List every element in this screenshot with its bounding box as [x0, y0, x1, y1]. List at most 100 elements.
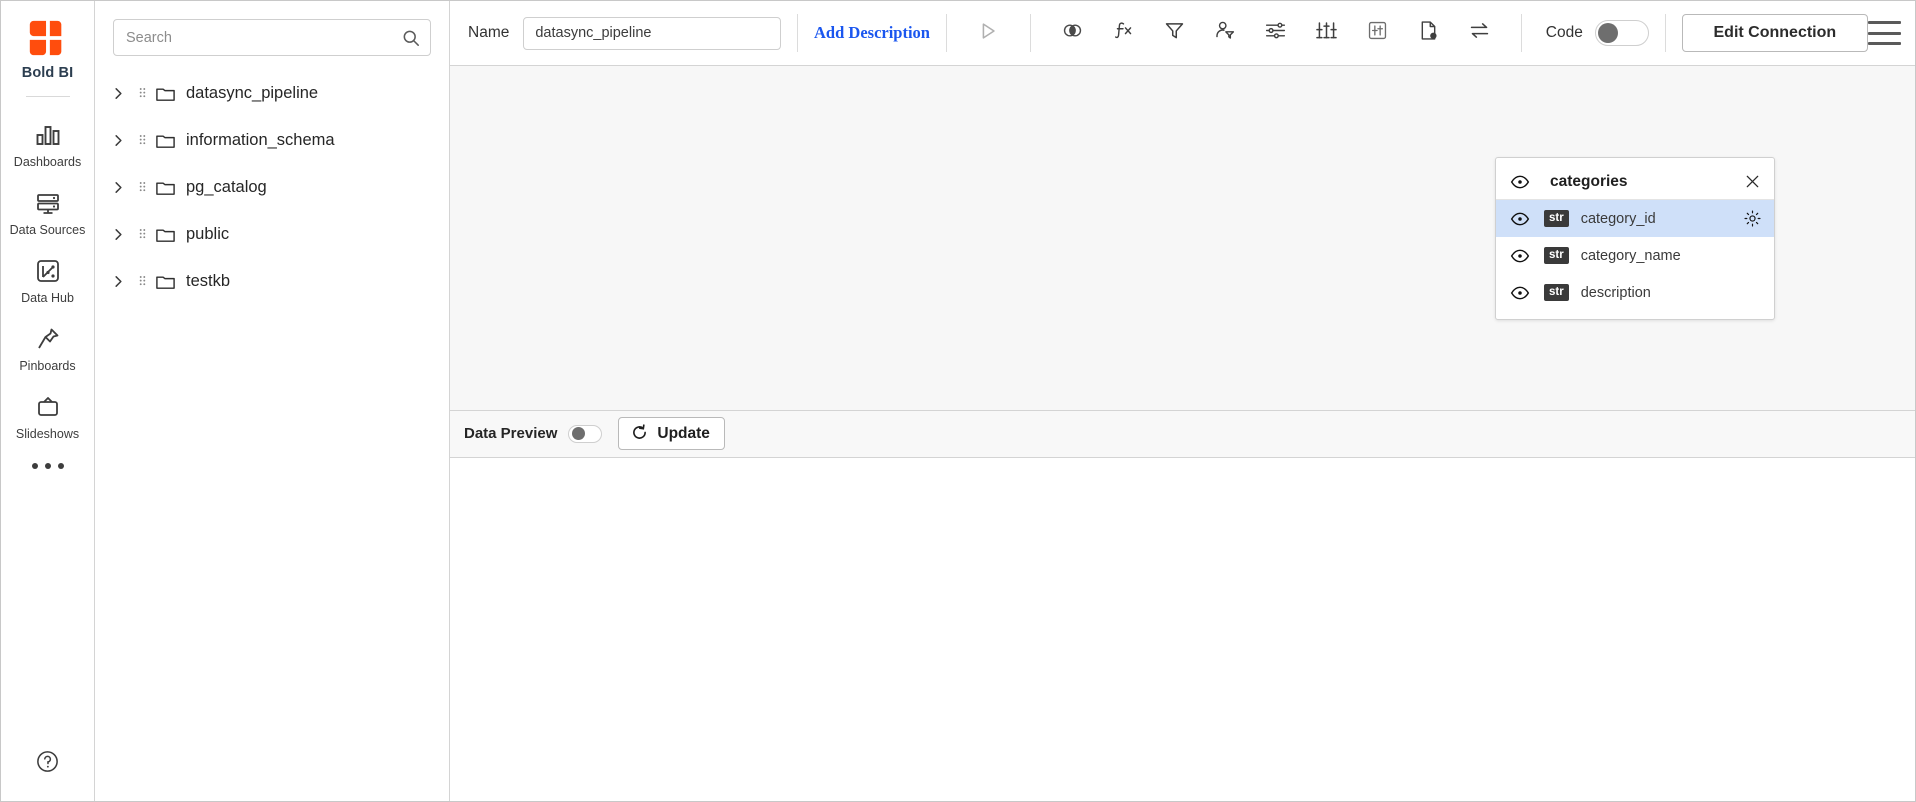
rail-divider — [25, 96, 70, 97]
toolbar-divider — [1029, 14, 1031, 52]
tree-node-pg-catalog[interactable]: pg_catalog — [95, 164, 449, 211]
sidebar-item-pinboards[interactable]: Pinboards — [1, 313, 95, 381]
brand[interactable]: Bold BI — [22, 11, 73, 81]
sidebar-item-label: Slideshows — [15, 427, 80, 441]
field-type-badge: str — [1544, 247, 1569, 264]
tree-node-label: pg_catalog — [186, 178, 267, 196]
update-label: Update — [657, 424, 710, 442]
close-icon[interactable] — [1744, 173, 1762, 191]
hamburger-bar — [1867, 21, 1901, 24]
toggle-knob — [571, 427, 585, 440]
hamburger-bar — [1867, 31, 1901, 35]
eye-icon[interactable] — [1510, 283, 1530, 303]
gear-icon[interactable] — [1743, 209, 1762, 228]
boxed-transform-icon — [1366, 19, 1389, 47]
drag-handle-icon[interactable] — [135, 273, 149, 291]
user-filter-button[interactable] — [1204, 12, 1245, 54]
field-type-badge: str — [1544, 284, 1569, 301]
toolbar: Name Add Description — [450, 1, 1915, 66]
code-label: Code — [1545, 24, 1583, 41]
sidebar-item-slideshows[interactable]: Slideshows — [1, 381, 95, 449]
chevron-right-icon[interactable] — [109, 226, 127, 244]
field-row-category-id[interactable]: str category_id — [1496, 200, 1774, 237]
data-hub-icon — [33, 256, 63, 286]
tv-icon — [33, 392, 63, 422]
search-box[interactable] — [113, 19, 431, 56]
hamburger-bar — [1867, 42, 1901, 45]
settings-sliders-icon — [1264, 19, 1287, 47]
add-description-link[interactable]: Add Description — [814, 23, 930, 43]
chevron-right-icon[interactable] — [109, 132, 127, 150]
swap-button[interactable] — [1459, 12, 1500, 54]
toolbar-divider — [945, 14, 947, 52]
update-button[interactable]: Update — [618, 417, 725, 450]
design-canvas[interactable]: categories str category_id str category_… — [450, 66, 1915, 411]
sidebar-item-data-sources[interactable]: Data Sources — [1, 177, 95, 245]
name-input[interactable] — [523, 16, 782, 50]
more-options-button[interactable] — [1, 449, 95, 469]
help-button[interactable] — [35, 749, 60, 779]
field-name-label: description — [1580, 284, 1651, 301]
hamburger-menu-icon[interactable] — [1867, 18, 1901, 48]
search-input[interactable] — [114, 20, 430, 55]
folder-icon — [155, 83, 176, 104]
sidebar-item-data-hub[interactable]: Data Hub — [1, 245, 95, 313]
settings-sliders-button[interactable] — [1255, 12, 1296, 54]
field-row-description[interactable]: str description — [1496, 274, 1774, 311]
toolbar-divider — [1664, 14, 1666, 52]
join-button[interactable] — [1052, 12, 1093, 54]
filter-icon — [1163, 19, 1186, 47]
folder-icon — [155, 224, 176, 245]
boxed-transform-button[interactable] — [1357, 12, 1398, 54]
drag-handle-icon[interactable] — [135, 85, 149, 103]
folder-icon — [155, 271, 176, 292]
sidebar-item-label: Data Sources — [9, 223, 86, 237]
search-wrapper — [95, 1, 449, 56]
swap-icon — [1468, 19, 1491, 47]
field-name-label: category_name — [1580, 247, 1681, 264]
toolbar-divider — [797, 14, 799, 52]
search-icon[interactable] — [402, 29, 420, 47]
eye-icon[interactable] — [1510, 172, 1530, 192]
formula-button[interactable] — [1103, 12, 1144, 54]
file-status-button[interactable] — [1408, 12, 1449, 54]
edit-connection-button[interactable]: Edit Connection — [1681, 14, 1868, 52]
chevron-right-icon[interactable] — [109, 179, 127, 197]
chevron-right-icon[interactable] — [109, 85, 127, 103]
tree-node-information-schema[interactable]: information_schema — [95, 117, 449, 164]
eye-icon[interactable] — [1510, 209, 1530, 229]
data-preview-body — [450, 457, 1915, 801]
sidebar-item-dashboards[interactable]: Dashboards — [1, 109, 95, 177]
database-icon — [33, 188, 63, 218]
tree-node-testkb[interactable]: testkb — [95, 258, 449, 305]
drag-handle-icon[interactable] — [135, 179, 149, 197]
tree-node-datasync-pipeline[interactable]: datasync_pipeline — [95, 70, 449, 117]
formula-icon — [1112, 19, 1135, 47]
user-filter-icon — [1213, 19, 1236, 47]
run-button[interactable] — [968, 12, 1009, 54]
main-area: Name Add Description — [450, 1, 1915, 801]
filter-button[interactable] — [1154, 12, 1195, 54]
drag-handle-icon[interactable] — [135, 226, 149, 244]
eye-icon[interactable] — [1510, 246, 1530, 266]
field-name-label: category_id — [1580, 210, 1656, 227]
table-card-categories[interactable]: categories str category_id str category_… — [1495, 157, 1775, 320]
table-card-title: categories — [1550, 172, 1628, 190]
app-root: Bold BI Dashboards Data Sources Data Hub… — [0, 0, 1916, 802]
code-toggle[interactable] — [1594, 20, 1649, 46]
dot-icon — [31, 463, 38, 469]
chevron-right-icon[interactable] — [109, 273, 127, 291]
tree-node-public[interactable]: public — [95, 211, 449, 258]
drag-handle-icon[interactable] — [135, 132, 149, 150]
tree-node-label: datasync_pipeline — [186, 84, 319, 102]
transform-button[interactable] — [1306, 12, 1347, 54]
field-row-category-name[interactable]: str category_name — [1496, 237, 1774, 274]
data-preview-bar: Data Preview Update — [450, 410, 1915, 458]
data-preview-label: Data Preview — [464, 425, 558, 442]
data-preview-toggle[interactable] — [568, 424, 603, 443]
code-toggle-group: Code — [1546, 20, 1649, 46]
toggle-knob — [1597, 23, 1618, 43]
help-circle-icon — [35, 751, 60, 778]
table-card-header: categories — [1496, 164, 1774, 200]
toolbar-divider — [1520, 14, 1522, 52]
